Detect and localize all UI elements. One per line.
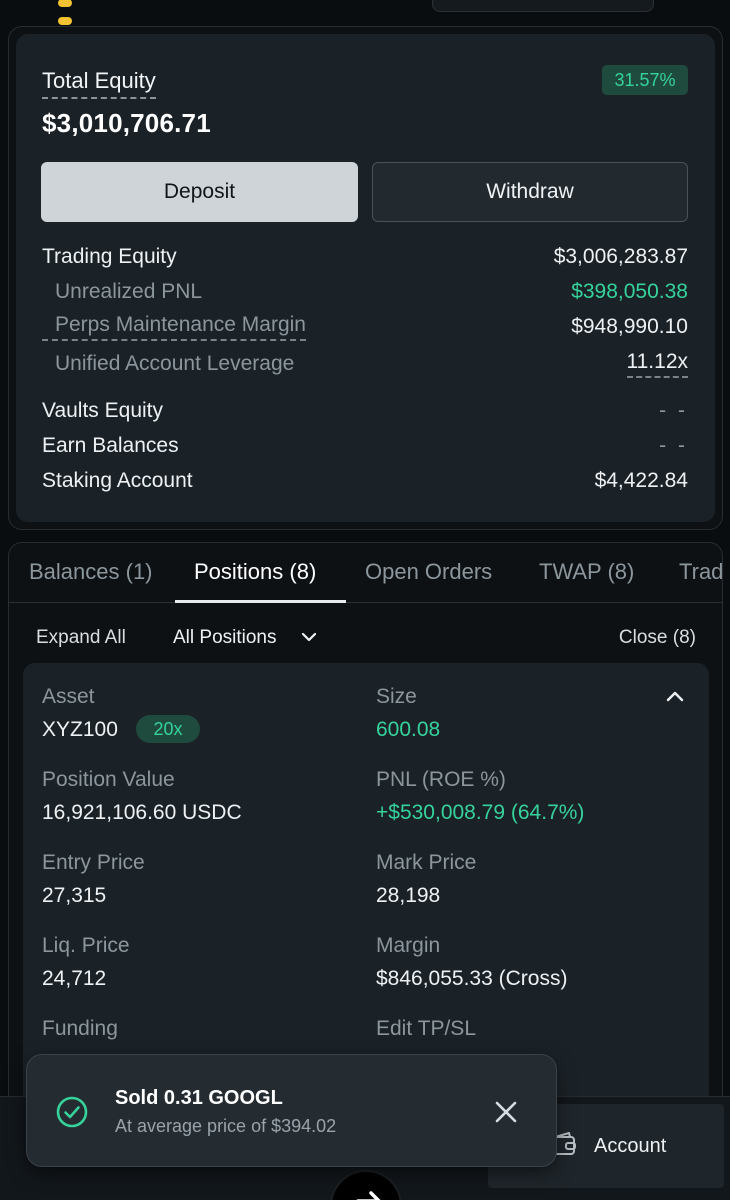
- tab-balances[interactable]: Balances (1): [29, 559, 153, 585]
- leverage-badge: 20x: [136, 715, 200, 743]
- pnl-value: +$530,008.79 (64.7%): [376, 801, 585, 824]
- entry-price-label: Entry Price: [42, 851, 145, 874]
- arrow-right-icon: [356, 1191, 381, 1200]
- nav-account-label[interactable]: Account: [594, 1135, 666, 1158]
- staking-account-label: Staking Account: [42, 469, 193, 492]
- chevron-down-icon[interactable]: [299, 627, 319, 647]
- entry-price-value: 27,315: [42, 884, 107, 907]
- total-equity-label[interactable]: Total Equity: [42, 68, 156, 99]
- tab-open-orders[interactable]: Open Orders: [365, 559, 492, 585]
- vaults-equity-value: - -: [659, 399, 688, 422]
- position-value: 16,921,106.60 USDC: [42, 801, 242, 824]
- account-leverage-label: Unified Account Leverage: [55, 352, 295, 375]
- total-equity-value: $3,010,706.71: [42, 108, 211, 138]
- mark-price-label: Mark Price: [376, 851, 477, 874]
- withdraw-button[interactable]: Withdraw: [372, 162, 688, 222]
- deposit-button[interactable]: Deposit: [41, 162, 358, 222]
- check-circle-icon: [56, 1096, 88, 1128]
- funding-label: Funding: [42, 1017, 118, 1040]
- all-positions-dropdown[interactable]: All Positions: [173, 627, 277, 649]
- app-logo: [58, 0, 158, 25]
- asset-value[interactable]: XYZ100: [42, 718, 118, 742]
- margin-value: $846,055.33 (Cross): [376, 967, 568, 990]
- trading-equity-label: Trading Equity: [42, 245, 177, 268]
- trading-equity-row: Trading Equity $3,006,283.87: [42, 242, 688, 272]
- mark-price-value: 28,198: [376, 884, 441, 907]
- earn-balances-value: - -: [659, 434, 688, 457]
- top-header-button[interactable]: [432, 0, 654, 12]
- maintenance-margin-label[interactable]: Perps Maintenance Margin: [42, 313, 306, 341]
- toast-subtitle: At average price of $394.02: [115, 1116, 337, 1136]
- positions-filter-row: Expand All All Positions Close (8): [9, 623, 722, 653]
- trading-equity-value: $3,006,283.87: [553, 245, 688, 268]
- expand-all-button[interactable]: Expand All: [36, 627, 126, 649]
- toast-title: Sold 0.31 GOOGL: [115, 1087, 283, 1109]
- earn-balances-label: Earn Balances: [42, 434, 179, 457]
- liq-price-label: Liq. Price: [42, 934, 130, 957]
- tab-positions[interactable]: Positions (8): [194, 559, 316, 585]
- tab-trade-history[interactable]: Trad: [679, 559, 722, 585]
- account-leverage-value[interactable]: 11.12x: [626, 350, 688, 378]
- equity-change-badge: 31.57%: [602, 65, 688, 95]
- maintenance-margin-row: Perps Maintenance Margin $948,990.10: [42, 312, 688, 342]
- size-label: Size: [376, 685, 417, 708]
- pnl-label: PNL (ROE %): [376, 768, 506, 791]
- earn-balances-row: Earn Balances - -: [42, 431, 688, 461]
- vaults-equity-label: Vaults Equity: [42, 399, 164, 422]
- account-leverage-row: Unified Account Leverage 11.12x: [42, 349, 688, 379]
- staking-account-value: $4,422.84: [594, 469, 688, 492]
- active-tab-indicator: [175, 600, 346, 603]
- top-header-strip: [0, 0, 730, 25]
- maintenance-margin-value: $948,990.10: [571, 315, 688, 338]
- tab-twap[interactable]: TWAP (8): [539, 559, 634, 585]
- asset-label: Asset: [42, 685, 95, 708]
- staking-account-row: Staking Account $4,422.84: [42, 466, 688, 496]
- vaults-equity-row: Vaults Equity - -: [42, 396, 688, 426]
- unrealized-pnl-label: Unrealized PNL: [55, 280, 203, 303]
- order-toast: Sold 0.31 GOOGL At average price of $394…: [26, 1054, 557, 1167]
- unrealized-pnl-value: $398,050.38: [571, 280, 688, 303]
- liq-price-value: 24,712: [42, 967, 107, 990]
- close-all-button[interactable]: Close (8): [619, 627, 696, 649]
- unrealized-pnl-row: Unrealized PNL $398,050.38: [42, 277, 688, 307]
- close-icon[interactable]: [493, 1099, 519, 1125]
- margin-label: Margin: [376, 934, 441, 957]
- tab-bar: Balances (1) Positions (8) Open Orders T…: [9, 543, 722, 603]
- edit-tpsl-label[interactable]: Edit TP/SL: [376, 1017, 476, 1041]
- size-value: 600.08: [376, 718, 441, 741]
- collapse-chevron-up-icon[interactable]: [663, 685, 687, 709]
- position-value-label: Position Value: [42, 768, 175, 791]
